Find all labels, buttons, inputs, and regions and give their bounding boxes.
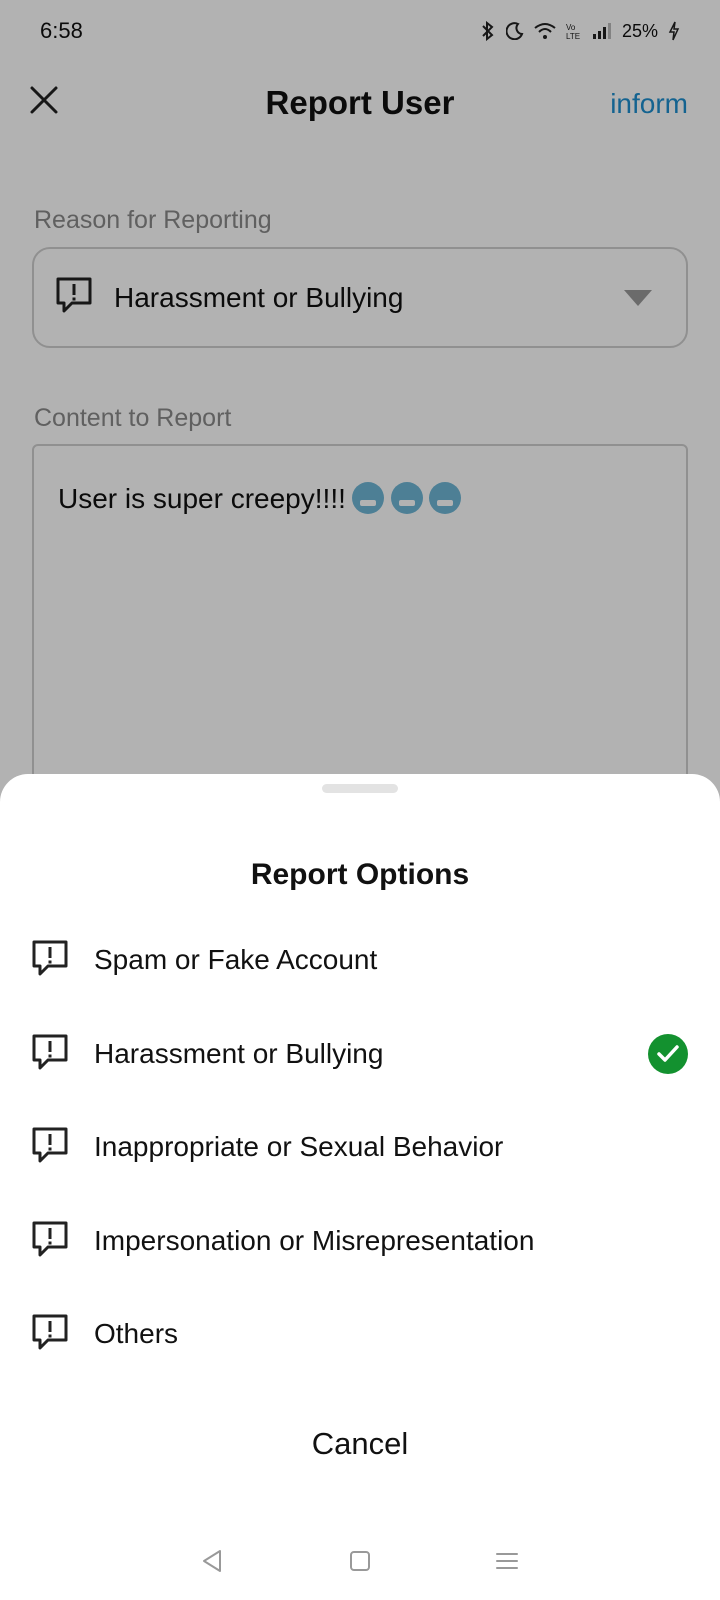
option-harassment[interactable]: Harassment or Bullying <box>0 1014 720 1094</box>
option-label: Inappropriate or Sexual Behavior <box>94 1131 504 1162</box>
checkmark-icon <box>648 1034 688 1074</box>
sheet-drag-handle[interactable] <box>322 784 398 793</box>
option-impersonation[interactable]: Impersonation or Misrepresentation <box>0 1201 720 1281</box>
report-icon <box>30 1125 70 1170</box>
home-icon <box>348 1549 372 1578</box>
report-user-screen: 6:58 Vo LTE 25% Report User inform Reaso… <box>0 0 720 1600</box>
option-label: Others <box>94 1318 179 1349</box>
option-label: Harassment or Bullying <box>94 1038 384 1069</box>
report-icon <box>30 938 70 983</box>
report-icon <box>30 1312 70 1357</box>
system-nav-bar <box>0 1540 720 1586</box>
option-spam[interactable]: Spam or Fake Account <box>0 920 720 1000</box>
cancel-button[interactable]: Cancel <box>0 1414 720 1474</box>
back-icon <box>200 1548 226 1579</box>
report-icon <box>30 1032 70 1077</box>
option-others[interactable]: Others <box>0 1294 720 1374</box>
recents-button[interactable] <box>484 1540 530 1586</box>
menu-icon <box>494 1549 520 1578</box>
option-label: Impersonation or Misrepresentation <box>94 1225 535 1256</box>
sheet-title: Report Options <box>250 858 470 891</box>
report-options-sheet: Report Options Spam or Fake Account Hara… <box>0 774 720 1600</box>
home-button[interactable] <box>337 1540 383 1586</box>
back-button[interactable] <box>190 1540 236 1586</box>
option-inappropriate[interactable]: Inappropriate or Sexual Behavior <box>0 1107 720 1187</box>
option-label: Spam or Fake Account <box>94 944 378 975</box>
report-icon <box>30 1219 70 1264</box>
